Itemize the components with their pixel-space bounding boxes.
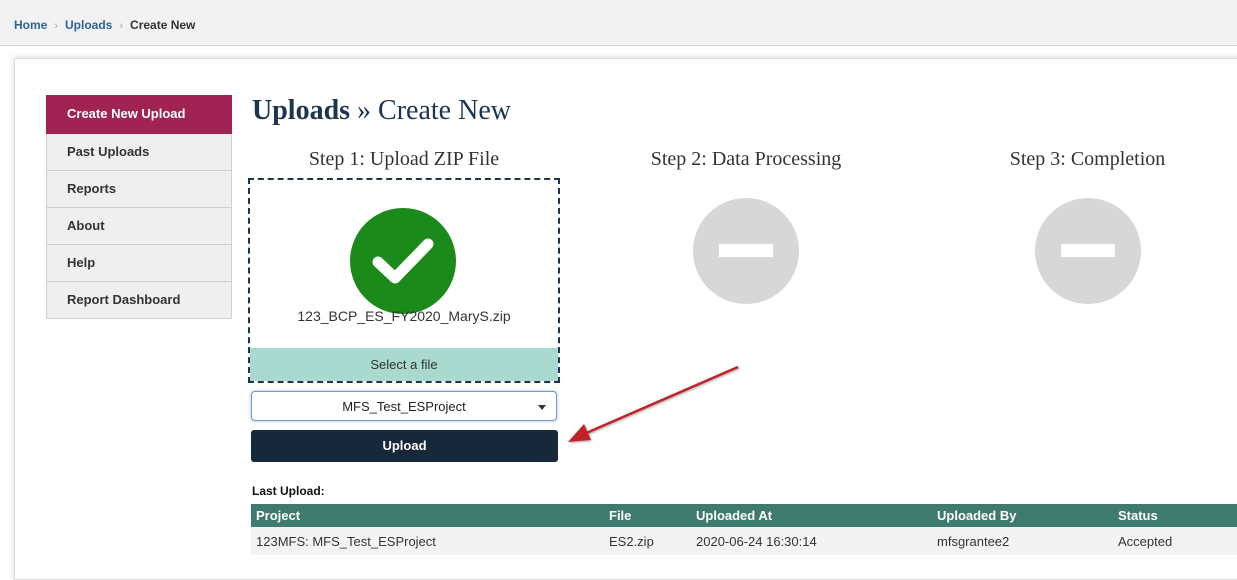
breadcrumb: Home › Uploads › Create New — [14, 18, 195, 32]
column-header-file: File — [604, 504, 691, 527]
page-title-section: Uploads — [252, 95, 351, 126]
sidebar-item-about[interactable]: About — [46, 208, 232, 245]
column-header-uploaded-by: Uploaded By — [932, 504, 1113, 527]
sidebar-nav: Create New Upload Past Uploads Reports A… — [46, 95, 232, 319]
success-check-icon — [350, 208, 456, 314]
upload-button[interactable]: Upload — [251, 430, 558, 462]
last-upload-table: Project File Uploaded At Uploaded By Sta… — [251, 504, 1237, 555]
sidebar-item-report-dashboard[interactable]: Report Dashboard — [46, 282, 232, 319]
sidebar-item-reports[interactable]: Reports — [46, 171, 232, 208]
column-header-status: Status — [1113, 504, 1237, 527]
breadcrumb-current: Create New — [130, 18, 196, 32]
column-header-uploaded-at: Uploaded At — [691, 504, 932, 527]
file-dropzone[interactable]: 123_BCP_ES_FY2020_MaryS.zip Select a fil… — [248, 178, 560, 383]
project-select-value: MFS_Test_ESProject — [342, 399, 466, 414]
breadcrumb-bar: Home › Uploads › Create New — [0, 0, 1237, 46]
selected-file-name: 123_BCP_ES_FY2020_MaryS.zip — [297, 308, 511, 324]
cell-uploaded-at: 2020-06-24 16:30:14 — [691, 527, 932, 555]
chevron-down-icon — [538, 405, 546, 410]
annotation-arrow-icon — [568, 365, 739, 442]
page-title: Uploads » Create New — [252, 95, 511, 127]
table-row: 123MFS: MFS_Test_ESProject ES2.zip 2020-… — [251, 527, 1237, 555]
cell-file: ES2.zip — [604, 527, 691, 555]
cell-project: 123MFS: MFS_Test_ESProject — [251, 527, 604, 555]
pending-step-icon — [693, 198, 799, 304]
step-3-title: Step 3: Completion — [1009, 148, 1166, 170]
select-file-button[interactable]: Select a file — [250, 348, 558, 381]
page-title-subsection: » Create New — [350, 95, 511, 126]
project-select[interactable]: MFS_Test_ESProject — [251, 391, 557, 421]
cell-status: Accepted — [1113, 527, 1237, 555]
table-header-row: Project File Uploaded At Uploaded By Sta… — [251, 504, 1237, 527]
breadcrumb-uploads[interactable]: Uploads — [65, 18, 112, 32]
step-2-title: Step 2: Data Processing — [650, 148, 842, 170]
sidebar-item-past-uploads[interactable]: Past Uploads — [46, 134, 232, 171]
breadcrumb-home[interactable]: Home — [14, 18, 47, 32]
last-upload-label: Last Upload: — [252, 484, 325, 498]
cell-uploaded-by: mfsgrantee2 — [932, 527, 1113, 555]
column-header-project: Project — [251, 504, 604, 527]
step-1-title: Step 1: Upload ZIP File — [308, 148, 500, 170]
pending-step-icon — [1035, 198, 1141, 304]
breadcrumb-separator-icon: › — [54, 20, 59, 32]
breadcrumb-separator-icon: › — [119, 20, 124, 32]
sidebar-item-create-new-upload[interactable]: Create New Upload — [46, 95, 232, 134]
sidebar-item-help[interactable]: Help — [46, 245, 232, 282]
